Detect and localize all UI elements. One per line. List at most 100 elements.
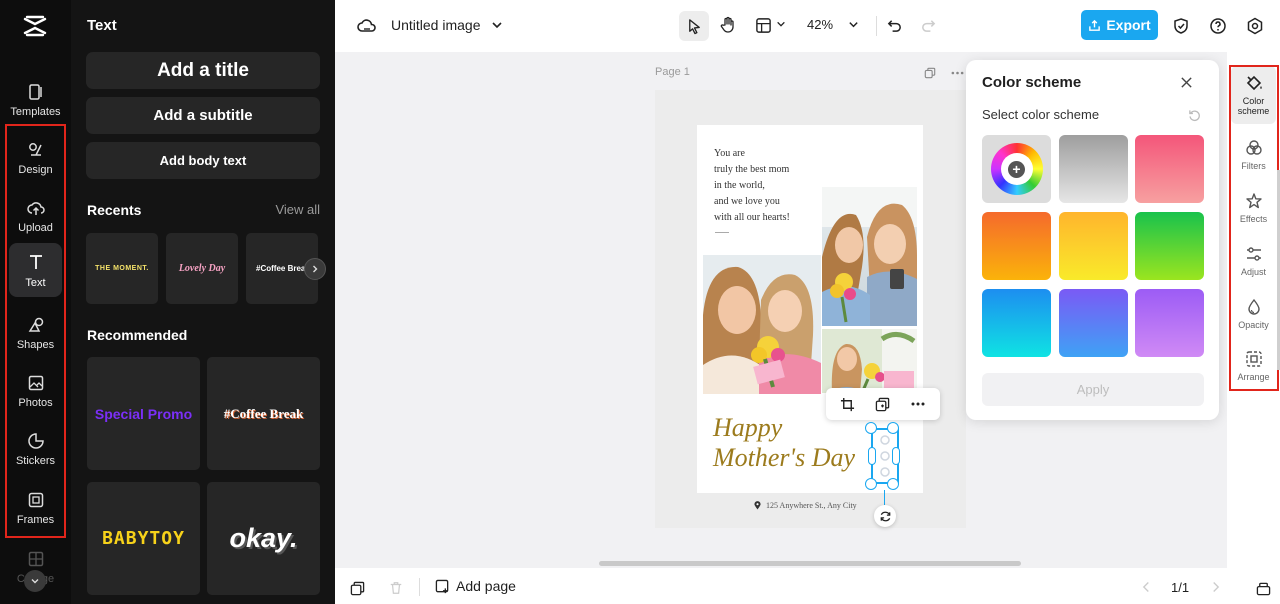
recent-text-style[interactable]: Lovely Day — [166, 233, 238, 304]
rotate-connector — [884, 490, 885, 505]
message-line: You are — [714, 148, 745, 159]
rail-item-arrange[interactable]: Arrange — [1231, 341, 1276, 391]
rail-item-frames[interactable]: Frames — [0, 481, 71, 535]
add-subtitle-button[interactable]: Add a subtitle — [86, 97, 320, 134]
custom-color-wheel-swatch[interactable]: + — [982, 135, 1051, 203]
shapes-icon — [28, 317, 43, 332]
rail-item-text[interactable]: Text — [9, 243, 62, 297]
bottom-divider — [419, 578, 420, 596]
photo-mother-daughter-top[interactable] — [822, 187, 917, 326]
page-manager-icon[interactable] — [1254, 579, 1272, 597]
redo-button[interactable] — [918, 15, 938, 35]
photo-mother-daughter-bottom[interactable] — [822, 329, 917, 393]
resize-handle-top-left[interactable] — [865, 422, 877, 434]
cyan-swatch[interactable] — [982, 289, 1051, 357]
add-body-text-button[interactable]: Add body text — [86, 142, 320, 179]
chevron-right-icon — [313, 265, 318, 273]
cloud-save-icon[interactable] — [356, 15, 378, 37]
prev-page-icon[interactable] — [1139, 580, 1153, 594]
rail-item-upload[interactable]: Upload — [0, 189, 71, 243]
help-icon[interactable] — [1207, 15, 1229, 37]
recent-text-style[interactable]: THE MOMENT. — [86, 233, 158, 304]
upload-cloud-icon — [26, 201, 45, 215]
trash-icon[interactable] — [388, 580, 404, 596]
recommended-text-style[interactable]: okay. — [207, 482, 320, 595]
undo-button[interactable] — [884, 15, 904, 35]
rail-item-templates[interactable]: Templates — [0, 73, 71, 127]
rail-item-label: Effects — [1239, 214, 1268, 224]
rail-item-color-scheme[interactable]: Color scheme — [1231, 66, 1276, 124]
filters-icon — [1245, 140, 1262, 155]
rail-item-stickers[interactable]: Stickers — [0, 422, 71, 476]
view-all-link[interactable]: View all — [275, 202, 320, 217]
gray-swatch[interactable] — [1059, 135, 1128, 203]
panel-title: Text — [87, 17, 117, 34]
text-icon — [29, 254, 42, 269]
message-text[interactable]: You are truly the best mom in the world,… — [714, 146, 790, 226]
page-duplicate-icon[interactable] — [349, 580, 365, 596]
recommended-text-style[interactable]: #Coffee Break — [207, 357, 320, 470]
green-swatch[interactable] — [1135, 212, 1204, 280]
photo-mother-daughter-main[interactable] — [703, 255, 821, 394]
rail-item-effects[interactable]: Effects — [1231, 183, 1276, 233]
hand-icon — [720, 16, 734, 33]
message-line: and we love you — [714, 196, 780, 207]
recommended-text-style[interactable]: Special Promo — [87, 357, 200, 470]
text-panel: Text Add a title Add a subtitle Add body… — [71, 0, 335, 604]
rail-item-label: Color scheme — [1237, 96, 1270, 116]
rail-item-design[interactable]: Design — [0, 131, 71, 185]
address-text[interactable]: 125 Anywhere St., Any City — [754, 501, 857, 510]
recommended-text-style[interactable]: BABYTOY — [87, 482, 200, 595]
rail-item-filters[interactable]: Filters — [1231, 130, 1276, 180]
duplicate-page-icon[interactable] — [923, 66, 937, 80]
horizontal-scrollbar[interactable] — [599, 561, 1021, 566]
yellow-swatch[interactable] — [1059, 212, 1128, 280]
more-options-icon[interactable] — [907, 393, 929, 415]
rotate-handle[interactable] — [874, 505, 896, 527]
collapse-rail-button[interactable] — [24, 570, 46, 592]
layout-button[interactable] — [752, 14, 774, 36]
add-page-button[interactable]: Add page — [435, 578, 516, 594]
resize-handle-left[interactable] — [868, 447, 876, 465]
close-icon[interactable] — [1178, 74, 1194, 90]
stickers-icon — [27, 432, 44, 449]
shield-icon[interactable] — [1170, 15, 1192, 37]
happy-mothers-day-title[interactable]: Happy Mother's Day — [713, 413, 855, 473]
crop-icon[interactable] — [837, 393, 859, 415]
resize-handle-right[interactable] — [892, 447, 900, 465]
duplicate-icon[interactable] — [872, 393, 894, 415]
purple-swatch[interactable] — [1135, 289, 1204, 357]
layout-dropdown-chevron-icon[interactable] — [775, 17, 787, 31]
rail-item-shapes[interactable]: Shapes — [0, 306, 71, 360]
title-line: Mother's Day — [713, 443, 856, 472]
zoom-dropdown-chevron-icon[interactable] — [846, 17, 860, 31]
resize-handle-top-right[interactable] — [887, 422, 899, 434]
rail-item-opacity[interactable]: Opacity — [1231, 289, 1276, 339]
reset-icon[interactable] — [1186, 107, 1202, 123]
rail-item-adjust[interactable]: Adjust — [1231, 236, 1276, 286]
rail-item-label: Shapes — [16, 338, 55, 351]
recents-next-button[interactable] — [304, 258, 326, 280]
resize-handle-bottom-left[interactable] — [865, 478, 877, 490]
title-dropdown-chevron-icon[interactable] — [490, 17, 504, 33]
add-title-button[interactable]: Add a title — [86, 52, 320, 89]
blue-swatch[interactable] — [1059, 289, 1128, 357]
capcut-logo-icon[interactable] — [22, 13, 48, 39]
pink-swatch[interactable] — [1135, 135, 1204, 203]
hand-tool-button[interactable] — [717, 14, 739, 36]
orange-swatch[interactable] — [982, 212, 1051, 280]
settings-gear-icon[interactable] — [1244, 15, 1266, 37]
page-more-icon[interactable] — [949, 66, 965, 80]
rail-item-photos[interactable]: Photos — [0, 364, 71, 418]
zoom-level[interactable]: 42% — [807, 17, 833, 32]
select-tool-button[interactable] — [679, 11, 709, 41]
rail-item-label: Arrange — [1237, 372, 1270, 382]
apply-button[interactable]: Apply — [982, 373, 1204, 406]
location-pin-icon — [754, 501, 761, 510]
message-line: with all our hearts! — [714, 212, 790, 223]
next-page-icon[interactable] — [1208, 580, 1222, 594]
recommended-title: Recommended — [87, 327, 188, 343]
export-button[interactable]: Export — [1081, 10, 1158, 40]
document-title[interactable]: Untitled image — [391, 17, 481, 33]
resize-handle-bottom-right[interactable] — [887, 478, 899, 490]
